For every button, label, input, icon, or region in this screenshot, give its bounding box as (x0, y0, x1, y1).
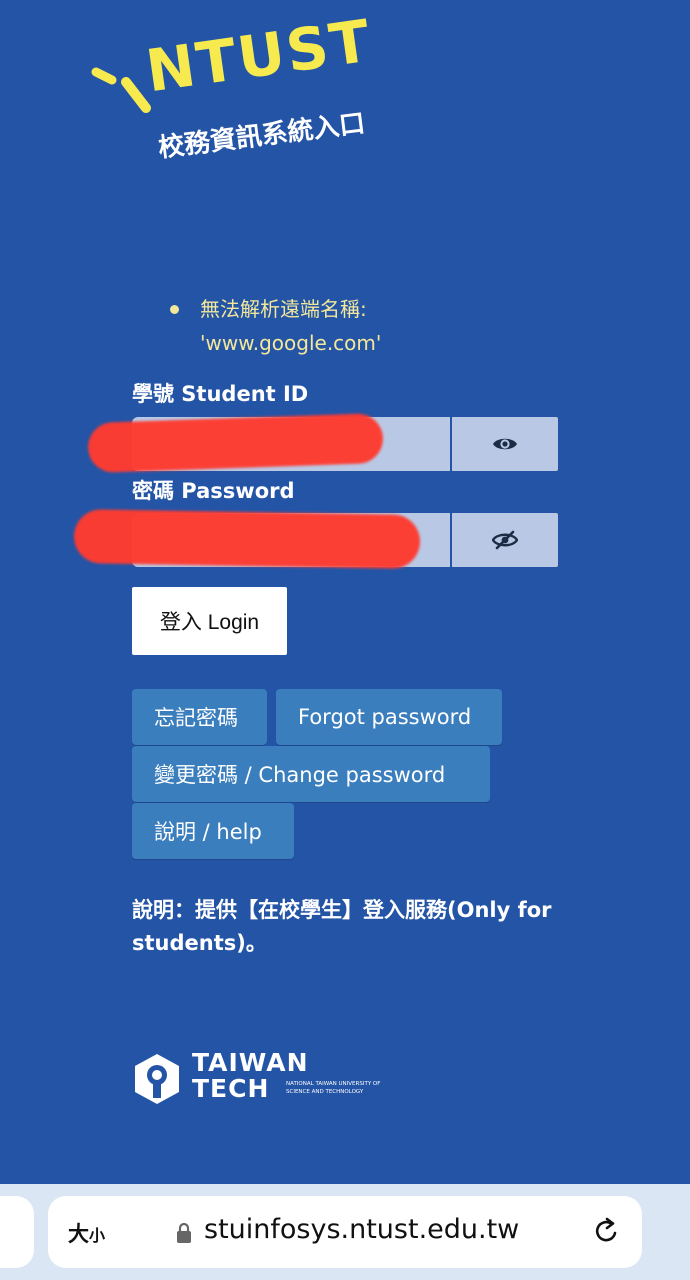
address-bar[interactable]: 大小 stuinfosys.ntust.edu.tw (48, 1196, 642, 1268)
redaction-student-id (87, 412, 384, 474)
help-button[interactable]: 說明 / help (132, 803, 294, 859)
error-line-1: 無法解析遠端名稱: (200, 297, 367, 321)
text-size-button[interactable]: 大小 (68, 1218, 105, 1248)
taiwan-tech-logo: TAIWAN TECH NATIONAL TAIWAN UNIVERSITY O… (130, 1050, 400, 1108)
taiwan-tech-line2: TECH (192, 1074, 270, 1103)
login-button[interactable]: 登入 Login (132, 587, 287, 655)
service-note: 說明：提供【在校學生】登入服務(Only for students)。 (132, 898, 552, 955)
bullet-icon (170, 305, 179, 314)
error-line-2: 'www.google.com' (200, 331, 382, 355)
browser-bottom-bar: 大小 stuinfosys.ntust.edu.tw (0, 1184, 690, 1280)
ntust-logo: NTUST 校務資訊系統入口 (90, 6, 390, 180)
eye-icon (493, 438, 517, 450)
error-list: 無法解析遠端名稱: 'www.google.com' (168, 292, 498, 360)
error-item: 無法解析遠端名稱: 'www.google.com' (168, 292, 498, 360)
taiwan-tech-emblem-icon (135, 1054, 179, 1104)
reload-icon[interactable] (592, 1217, 620, 1247)
text-size-small: 小 (89, 1226, 106, 1245)
previous-tab[interactable] (0, 1196, 34, 1268)
text-size-large: 大 (68, 1222, 89, 1246)
forgot-password-zh-button[interactable]: 忘記密碼 (132, 689, 267, 745)
eye-slash-icon (492, 530, 518, 550)
show-student-id-button[interactable] (452, 417, 558, 471)
redaction-password (73, 508, 421, 570)
taiwan-tech-line1: TAIWAN (192, 1048, 309, 1077)
taiwan-tech-fullname: NATIONAL TAIWAN UNIVERSITY OF SCIENCE AN… (286, 1081, 381, 1095)
student-id-label: 學號 Student ID (132, 382, 309, 406)
toggle-password-button[interactable] (452, 513, 558, 567)
password-label: 密碼 Password (132, 479, 295, 503)
url-text: stuinfosys.ntust.edu.tw (204, 1214, 520, 1245)
change-password-button[interactable]: 變更密碼 / Change password (132, 746, 490, 802)
lock-icon (177, 1222, 191, 1243)
forgot-password-button[interactable]: Forgot password (276, 689, 502, 745)
